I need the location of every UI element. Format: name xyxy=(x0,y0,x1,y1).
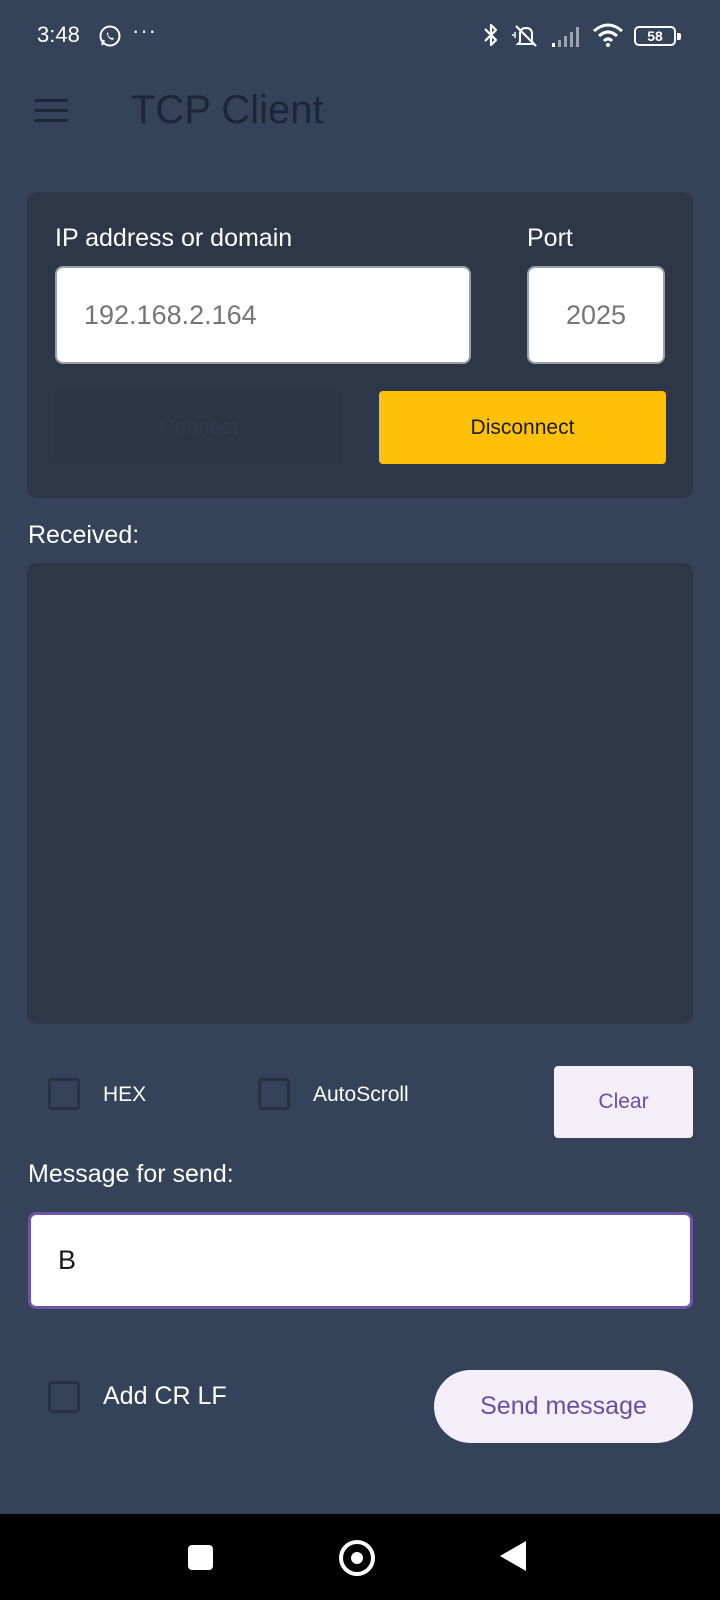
page-title: TCP Client xyxy=(131,88,324,132)
ip-address-input[interactable] xyxy=(55,266,471,364)
bluetooth-icon xyxy=(484,23,498,47)
crlf-label: Add CR LF xyxy=(103,1382,227,1410)
mute-icon xyxy=(512,25,537,47)
hex-checkbox[interactable] xyxy=(48,1078,80,1110)
status-time: 3:48 xyxy=(37,22,80,47)
disconnect-button[interactable]: Disconnect xyxy=(379,391,666,464)
home-icon[interactable] xyxy=(339,1540,375,1576)
battery-level: 58 xyxy=(647,28,663,44)
port-label: Port xyxy=(527,224,573,252)
more-notifications-indicator: ··· xyxy=(132,18,157,43)
send-message-button[interactable]: Send message xyxy=(434,1370,693,1443)
port-input[interactable] xyxy=(527,266,665,364)
battery-icon: 58 xyxy=(634,26,681,46)
message-input[interactable] xyxy=(28,1212,693,1309)
autoscroll-label: AutoScroll xyxy=(313,1083,409,1106)
hamburger-menu-icon[interactable] xyxy=(34,99,68,125)
message-label: Message for send: xyxy=(28,1160,234,1188)
crlf-checkbox[interactable] xyxy=(48,1381,80,1413)
connect-button[interactable]: Connect xyxy=(55,391,342,464)
back-icon[interactable] xyxy=(500,1541,526,1571)
received-label: Received: xyxy=(28,521,140,549)
recents-icon[interactable] xyxy=(188,1545,213,1570)
received-output-area[interactable] xyxy=(27,563,693,1024)
hex-label: HEX xyxy=(103,1083,147,1106)
signal-icon xyxy=(552,27,579,47)
clear-button[interactable]: Clear xyxy=(554,1066,693,1138)
status-bar: 3:48 ··· 58 xyxy=(0,0,720,72)
wifi-icon xyxy=(593,23,623,47)
ip-address-label: IP address or domain xyxy=(55,224,293,252)
autoscroll-checkbox[interactable] xyxy=(258,1078,290,1110)
whatsapp-icon xyxy=(99,25,121,47)
